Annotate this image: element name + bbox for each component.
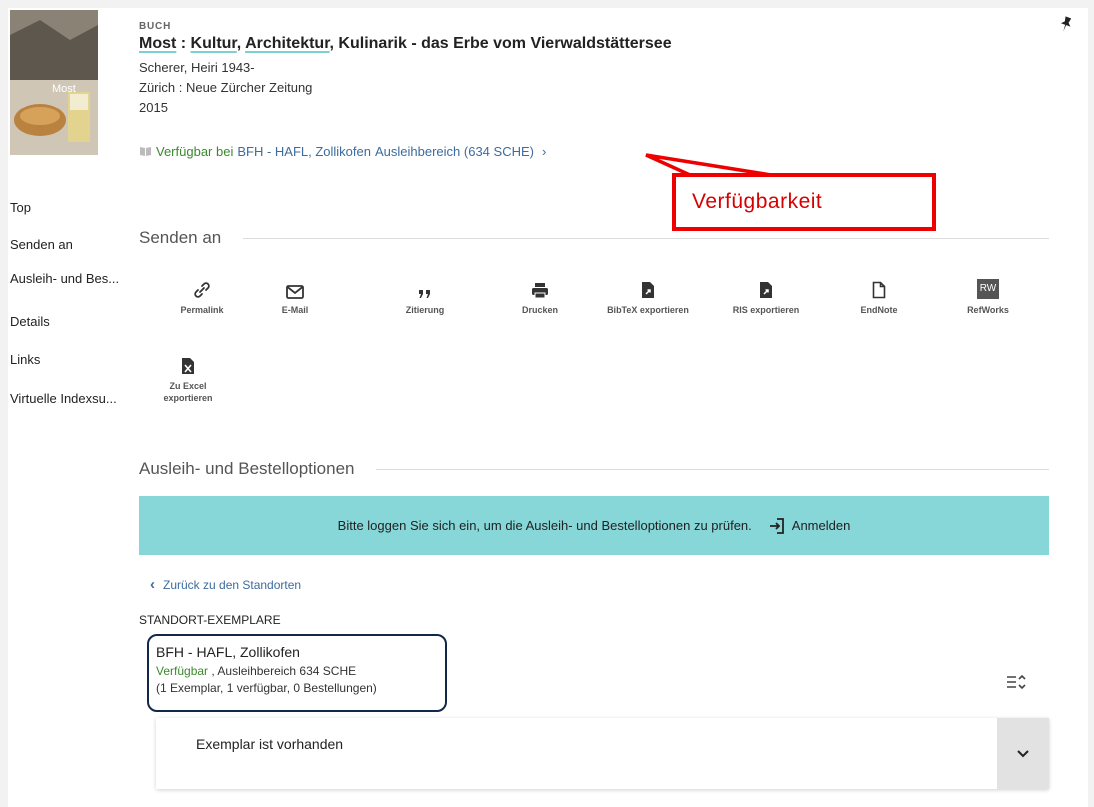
bibtex-export-label: BibTeX exportieren	[607, 305, 689, 315]
login-banner-text: Bitte loggen Sie sich ein, um die Auslei…	[337, 518, 752, 533]
nav-item-virtuelle-index[interactable]: Virtuelle Indexsu...	[10, 391, 117, 406]
print-label: Drucken	[521, 305, 558, 315]
loan-options-title: Ausleih- und Bestelloptionen	[139, 459, 355, 478]
quote-icon	[382, 277, 468, 299]
nav-item-links[interactable]: Links	[10, 352, 40, 367]
endnote-button[interactable]: EndNote	[836, 277, 922, 316]
nav-item-top[interactable]: Top	[10, 200, 31, 215]
record-type: BUCH	[139, 21, 172, 32]
refworks-button[interactable]: RW RefWorks	[945, 277, 1031, 316]
availability-location: BFH - HAFL, Zollikofen	[237, 144, 371, 159]
export-file-icon	[723, 277, 809, 299]
pin-icon[interactable]	[1060, 16, 1072, 37]
location-summary: BFH - HAFL, Zollikofen Verfügbar , Ausle…	[147, 634, 447, 712]
loan-options-header: Ausleih- und Bestelloptionen	[139, 459, 1049, 479]
title-part-most[interactable]: Most	[139, 35, 176, 52]
annotation-label: Verfügbarkeit	[692, 190, 823, 213]
refworks-label: RefWorks	[967, 305, 1009, 315]
print-button[interactable]: Drucken	[497, 277, 583, 316]
chevron-down-icon	[1017, 750, 1029, 758]
location-counts: (1 Exemplar, 1 verfügbar, 0 Bestellungen…	[156, 681, 377, 695]
excel-export-label: Zu Excel exportieren	[163, 381, 213, 403]
sign-in-icon	[769, 517, 784, 534]
location-shelf: , Ausleihbereich 634 SCHE	[208, 664, 357, 678]
send-to-header: Senden an	[139, 228, 1049, 248]
chevron-right-icon: ›	[541, 144, 547, 159]
locations-label: STANDORT-EXEMPLARE	[139, 613, 281, 627]
title-part-architektur[interactable]: Architektur	[245, 35, 329, 52]
login-label: Anmelden	[791, 518, 851, 533]
excel-icon	[145, 353, 231, 375]
nav-item-senden-an[interactable]: Senden an	[10, 237, 73, 252]
email-label: E-Mail	[281, 305, 309, 315]
record-author: Scherer, Heiri 1943-	[139, 60, 255, 75]
mail-icon	[252, 277, 338, 299]
nav-item-ausleih[interactable]: Ausleih- und Bes...	[10, 271, 119, 286]
availability-shelf: Ausleihbereich (634 SCHE)	[375, 144, 534, 159]
availability-line[interactable]: Verfügbar bei BFH - HAFL, Zollikofen Aus…	[139, 144, 546, 159]
location-status: Verfügbar	[156, 664, 209, 678]
title-separator: :	[176, 35, 191, 52]
book-cover-thumbnail[interactable]: Most	[10, 10, 98, 155]
refworks-badge: RW	[977, 279, 999, 299]
title-comma: ,	[236, 35, 246, 52]
title-part-kultur[interactable]: Kultur	[191, 35, 237, 52]
back-to-locations-link[interactable]: ‹ Zurück zu den Standorten	[150, 576, 301, 593]
location-status-line: Verfügbar , Ausleihbereich 634 SCHE	[156, 664, 445, 678]
send-to-title: Senden an	[139, 228, 222, 247]
permalink-button[interactable]: Permalink	[159, 277, 245, 316]
record-title[interactable]: Most : Kultur, Architektur, Kulinarik - …	[139, 35, 672, 53]
export-file-icon	[605, 277, 691, 299]
title-rest: , Kulinarik - das Erbe vom Vierwaldstätt…	[329, 35, 672, 52]
login-button[interactable]: Anmelden	[768, 517, 851, 535]
link-icon	[159, 277, 245, 299]
sort-icon[interactable]	[1006, 674, 1026, 695]
print-icon	[497, 277, 583, 299]
ris-export-label: RIS exportieren	[732, 305, 800, 315]
chevron-left-icon: ‹	[150, 576, 155, 593]
endnote-label: EndNote	[860, 305, 898, 315]
back-label: Zurück zu den Standorten	[163, 577, 302, 592]
refworks-icon: RW	[945, 277, 1031, 299]
location-name: BFH - HAFL, Zollikofen	[156, 644, 300, 660]
item-status-text: Exemplar ist vorhanden	[196, 736, 344, 752]
permalink-label: Permalink	[180, 305, 224, 315]
file-icon	[836, 277, 922, 299]
login-banner: Bitte loggen Sie sich ein, um die Auslei…	[139, 496, 1049, 555]
thumbnail-title: Most	[52, 83, 76, 95]
excel-export-button[interactable]: Zu Excel exportieren	[145, 353, 231, 404]
ris-export-button[interactable]: RIS exportieren	[723, 277, 809, 316]
record-publisher: Zürich : Neue Zürcher Zeitung	[139, 80, 313, 95]
email-button[interactable]: E-Mail	[252, 277, 338, 316]
annotation-box: Verfügbarkeit	[672, 173, 936, 231]
nav-item-details[interactable]: Details	[10, 314, 50, 329]
book-icon	[140, 147, 151, 156]
record-year: 2015	[139, 100, 168, 115]
availability-status: Verfügbar bei	[156, 144, 234, 159]
bibtex-export-button[interactable]: BibTeX exportieren	[605, 277, 691, 316]
citation-label: Zitierung	[405, 305, 445, 315]
expand-item-button[interactable]	[997, 718, 1049, 789]
item-row[interactable]: Exemplar ist vorhanden	[156, 718, 1049, 789]
citation-button[interactable]: Zitierung	[382, 277, 468, 316]
